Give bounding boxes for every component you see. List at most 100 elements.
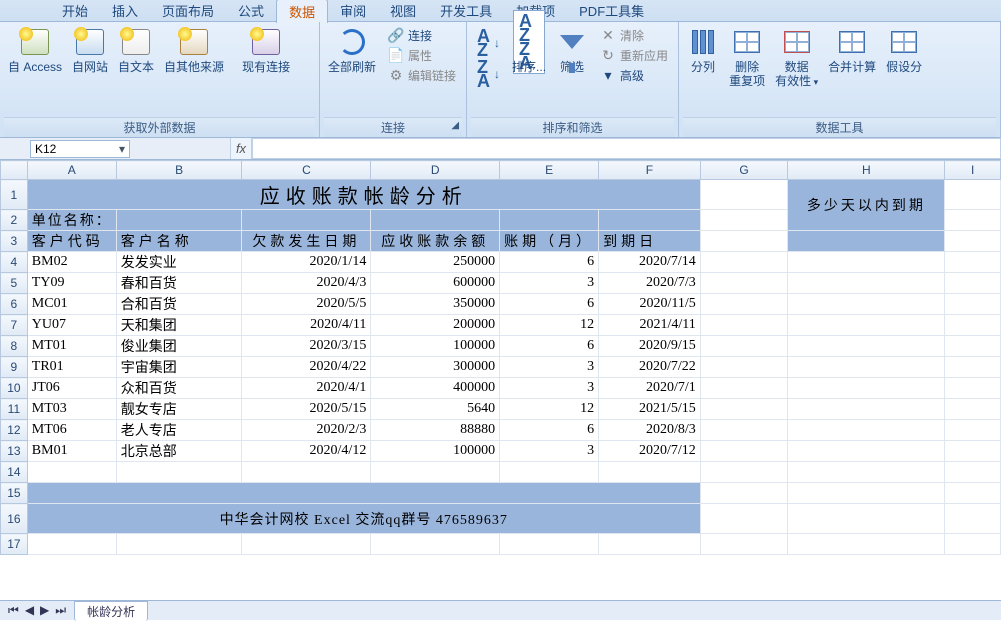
cell[interactable]: YU07 [27,315,116,336]
cell[interactable] [945,399,1001,420]
row-header-11[interactable]: 11 [1,399,28,420]
cell[interactable]: 3 [500,441,599,462]
cell[interactable]: 2020/7/14 [599,252,701,273]
column-header-B[interactable]: B [116,161,242,180]
cell[interactable]: MT03 [27,399,116,420]
ribbon-tab-9[interactable]: PDF工具集 [567,0,656,22]
sort-asc-button[interactable]: AZ↓ [475,28,502,58]
cell[interactable]: MC01 [27,294,116,315]
cell[interactable]: 宇宙集团 [116,357,242,378]
cell[interactable]: 2020/8/3 [599,420,701,441]
sort-button[interactable]: A ZZ A排序... [508,24,550,76]
cell[interactable] [500,534,599,555]
cell[interactable] [945,378,1001,399]
cell[interactable] [788,483,945,504]
cell[interactable]: 350000 [371,294,500,315]
connections-item[interactable]: 🔗连接 [386,26,458,45]
cell[interactable] [788,315,945,336]
cell[interactable] [945,462,1001,483]
cell[interactable] [945,420,1001,441]
cell[interactable]: 多少天以内到期 [788,180,945,231]
column-header-A[interactable]: A [27,161,116,180]
cell[interactable] [788,294,945,315]
cell[interactable] [700,462,788,483]
cell[interactable]: JT06 [27,378,116,399]
cell[interactable]: 应收账款帐龄分析 [27,180,700,210]
cell[interactable] [371,534,500,555]
cell[interactable]: 客户名称 [116,231,242,252]
cell[interactable] [27,534,116,555]
ribbon-tab-6[interactable]: 视图 [378,0,428,22]
cell[interactable]: 应收账款余额 [371,231,500,252]
cell[interactable] [116,210,242,231]
cell[interactable]: 12 [500,399,599,420]
cell[interactable] [788,378,945,399]
whatif-button[interactable]: 假设分 [882,24,926,76]
cell[interactable]: 3 [500,357,599,378]
consolidate-button[interactable]: 合并计算 [824,24,880,76]
column-header-I[interactable]: I [945,161,1001,180]
cell[interactable] [27,462,116,483]
name-box[interactable]: K12▾ [30,140,130,158]
cell[interactable] [945,504,1001,534]
column-header-D[interactable]: D [371,161,500,180]
cell[interactable] [599,210,701,231]
cell[interactable]: 6 [500,252,599,273]
cell[interactable] [700,420,788,441]
cell[interactable]: 300000 [371,357,500,378]
data-validation-button[interactable]: 数据有效性 ▾ [771,24,822,91]
cell[interactable] [945,315,1001,336]
cell[interactable]: 单位名称： [27,210,116,231]
cell[interactable]: 5640 [371,399,500,420]
chevron-down-icon[interactable]: ▾ [119,142,125,156]
ribbon-tab-7[interactable]: 开发工具 [428,0,504,22]
cell[interactable] [700,534,788,555]
row-header-9[interactable]: 9 [1,357,28,378]
row-header-14[interactable]: 14 [1,462,28,483]
cell[interactable] [242,534,371,555]
cell[interactable] [945,357,1001,378]
select-all-corner[interactable] [1,161,28,180]
cell[interactable] [371,210,500,231]
cell[interactable]: 春和百货 [116,273,242,294]
cell[interactable]: 北京总部 [116,441,242,462]
cell[interactable]: 2020/7/12 [599,441,701,462]
column-header-F[interactable]: F [599,161,701,180]
sort-desc-button[interactable]: ZA↓ [475,59,502,89]
cell[interactable]: MT01 [27,336,116,357]
cell[interactable] [788,273,945,294]
cell[interactable]: 2020/5/5 [242,294,371,315]
cell[interactable]: 2020/11/5 [599,294,701,315]
cell[interactable] [945,294,1001,315]
text-to-columns-button[interactable]: 分列 [683,24,723,76]
cell[interactable] [700,273,788,294]
cell[interactable] [116,534,242,555]
cell[interactable]: 到期日 [599,231,701,252]
filter-button[interactable]: 筛选 [552,24,592,76]
cell[interactable] [599,534,701,555]
cell[interactable] [945,180,1001,210]
cell[interactable] [945,231,1001,252]
cell[interactable] [945,441,1001,462]
cell[interactable]: TR01 [27,357,116,378]
row-header-16[interactable]: 16 [1,504,28,534]
sheet-nav-prev[interactable]: ◀ [23,603,36,618]
cell[interactable] [788,420,945,441]
cell[interactable]: 2020/7/1 [599,378,701,399]
cell[interactable]: 2021/4/11 [599,315,701,336]
cell[interactable]: 6 [500,420,599,441]
cell[interactable]: 100000 [371,441,500,462]
cell[interactable] [700,504,788,534]
cell[interactable] [788,252,945,273]
cell[interactable]: 88880 [371,420,500,441]
from-access-button[interactable]: 自 Access [4,24,66,76]
existing-connections-button[interactable]: 现有连接 [238,24,294,76]
cell[interactable] [700,294,788,315]
cell[interactable]: 250000 [371,252,500,273]
cell[interactable] [700,210,788,231]
cell[interactable]: 2020/4/12 [242,441,371,462]
cell[interactable] [788,357,945,378]
cell[interactable]: 2020/7/3 [599,273,701,294]
cell[interactable]: 3 [500,378,599,399]
cell[interactable] [371,462,500,483]
